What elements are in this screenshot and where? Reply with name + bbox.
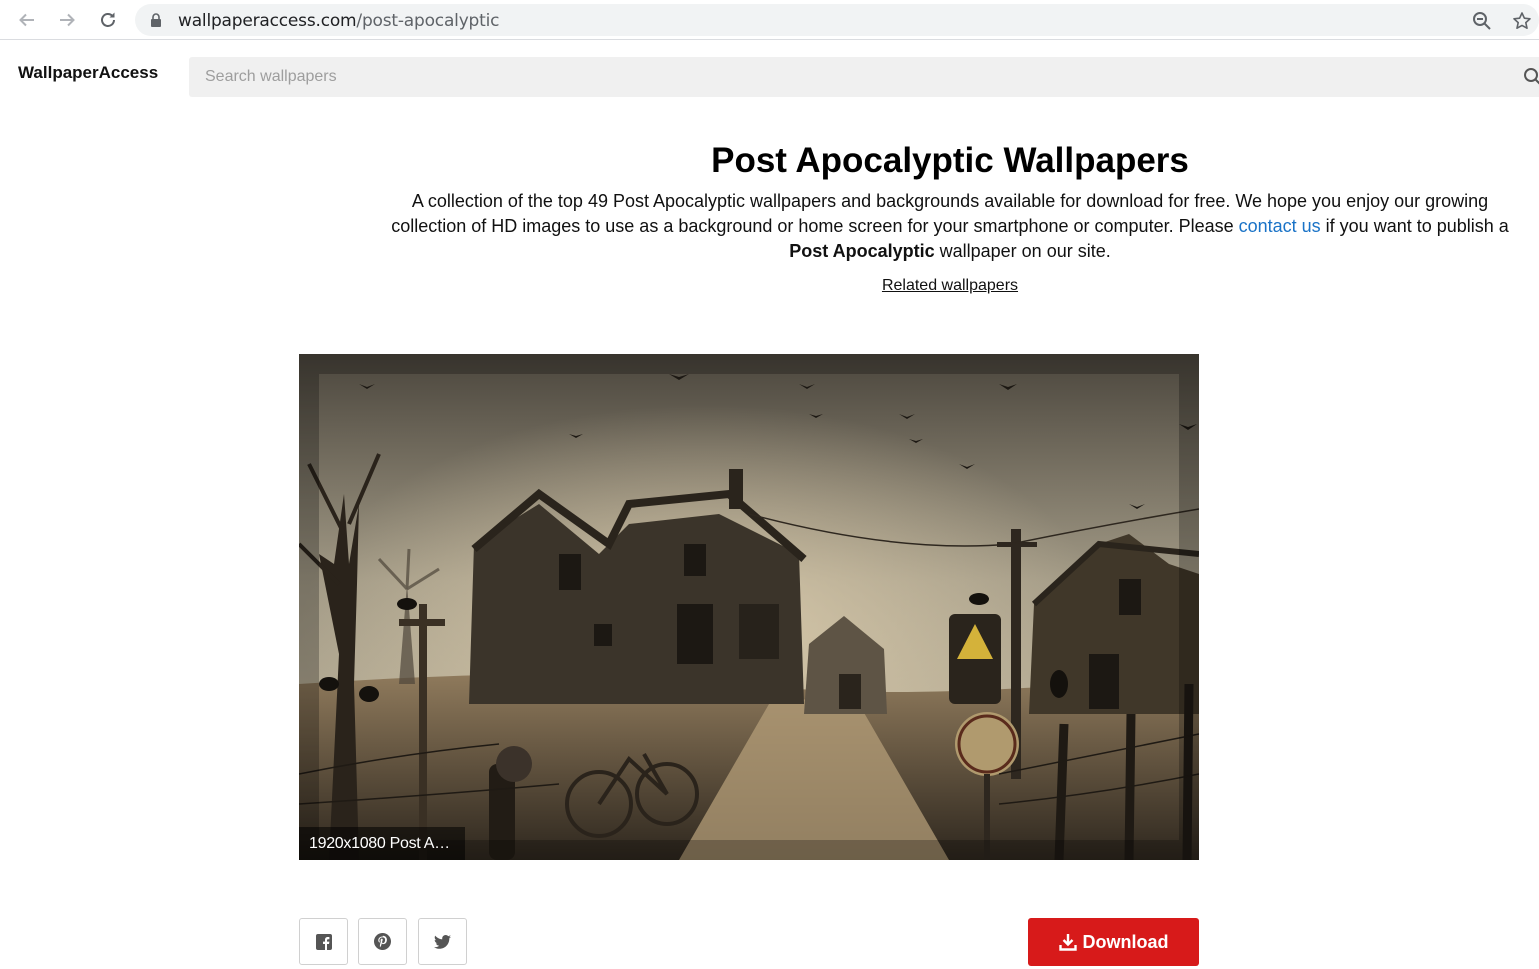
share-pinterest-button[interactable] — [358, 918, 407, 965]
share-twitter-button[interactable] — [418, 918, 467, 965]
reload-icon — [101, 12, 115, 27]
contact-us-link[interactable]: contact us — [1239, 216, 1321, 236]
address-bar[interactable]: wallpaperaccess.com/post-apocalyptic — [135, 4, 1539, 36]
page-intro: Post Apocalyptic Wallpapers A collection… — [380, 140, 1520, 295]
search-icon[interactable] — [1523, 67, 1539, 87]
wallpaper-image[interactable]: 1920x1080 Post Apocalyptic — [299, 354, 1199, 860]
search-input[interactable] — [189, 57, 1539, 97]
page-title: Post Apocalyptic Wallpapers — [711, 141, 1189, 180]
search-bar — [189, 57, 1539, 97]
lock-icon — [151, 13, 161, 27]
wallpaper-caption: 1920x1080 Post Apocalyptic — [299, 827, 465, 860]
back-arrow-icon — [19, 13, 34, 27]
star-icon — [1513, 12, 1531, 29]
browser-toolbar: wallpaperaccess.com/post-apocalyptic — [0, 0, 1539, 40]
page-description: A collection of the top 49 Post Apocalyp… — [380, 189, 1520, 264]
zoom-button[interactable] — [1471, 10, 1493, 32]
description-text: if you want to publish a — [1320, 216, 1509, 236]
share-facebook-button[interactable] — [299, 918, 348, 965]
zoom-out-icon — [1473, 12, 1491, 30]
download-label: Download — [1082, 931, 1169, 952]
pinterest-icon — [374, 933, 391, 950]
download-icon — [1058, 934, 1077, 951]
reload-button[interactable] — [96, 8, 120, 32]
post-apocalyptic-scene — [299, 354, 1199, 860]
site-logo[interactable]: WallpaperAccess — [18, 63, 158, 83]
forward-arrow-icon — [60, 13, 75, 27]
url-text: wallpaperaccess.com/post-apocalyptic — [178, 11, 500, 31]
bookmark-button[interactable] — [1511, 10, 1533, 32]
description-keyword: Post Apocalyptic — [789, 241, 935, 261]
forward-button[interactable] — [55, 8, 79, 32]
twitter-icon — [434, 934, 451, 949]
download-button[interactable]: Download — [1028, 918, 1199, 966]
description-text: wallpaper on our site. — [934, 241, 1111, 261]
back-button[interactable] — [15, 8, 39, 32]
facebook-icon — [315, 933, 332, 950]
related-wallpapers-link[interactable]: Related wallpapers — [882, 277, 1018, 295]
